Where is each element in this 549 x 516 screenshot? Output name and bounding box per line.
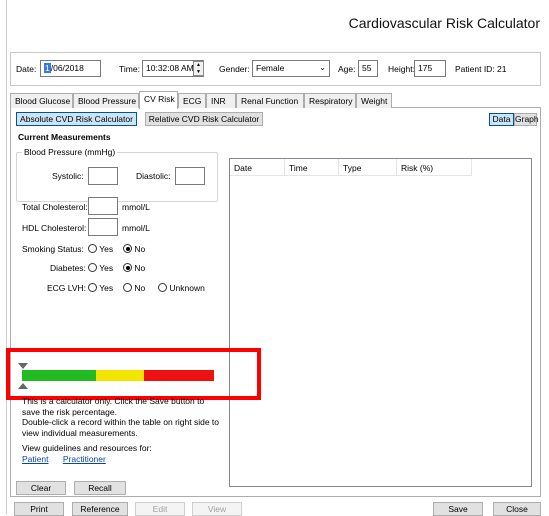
tab-respiratory[interactable]: Respiratory [304, 93, 356, 108]
note-line-5: View guidelines and resources for: [22, 443, 152, 453]
column-header-risk[interactable]: Risk (%) [397, 159, 472, 176]
close-button[interactable]: Close [493, 502, 541, 516]
hdl-cholesterol-unit: mmol/L [122, 223, 150, 233]
app-title: Cardiovascular Risk Calculator [348, 15, 540, 31]
print-button[interactable]: Print [14, 502, 64, 516]
column-header-type[interactable]: Type [339, 159, 397, 176]
patient-id: Patient ID: 21 [455, 64, 507, 74]
instructions-note: This is a calculator only. Click the Sav… [22, 396, 222, 464]
tab-cv-risk[interactable]: CV Risk [139, 91, 178, 109]
recall-button[interactable]: Recall [74, 481, 126, 495]
time-label: Time: [119, 64, 140, 74]
smoking-yes-radio[interactable]: Yes [88, 244, 113, 254]
edit-button[interactable]: Edit [135, 502, 185, 516]
absolute-cvd-risk-button[interactable]: Absolute CVD Risk Calculator [16, 112, 137, 126]
practitioner-link[interactable]: Practitioner [63, 454, 106, 464]
risk-records-table[interactable]: Date Time Type Risk (%) [229, 158, 532, 487]
tab-ecg[interactable]: ECG [178, 93, 206, 108]
age-label: Age: [338, 64, 356, 74]
hdl-cholesterol-field[interactable] [88, 218, 118, 236]
note-line-2: save the risk percentage. [22, 406, 117, 417]
note-line-4: view individual measurements. [22, 427, 138, 438]
reference-button[interactable]: Reference [72, 502, 128, 516]
note-line-3: Double-click a record within the table o… [22, 417, 220, 427]
gender-label: Gender: [219, 64, 250, 74]
patient-link[interactable]: Patient [22, 454, 48, 464]
tab-inr[interactable]: INR [206, 93, 236, 108]
note-line-1: This is a calculator only. Click the Sav… [22, 396, 205, 406]
tab-blood-pressure[interactable]: Blood Pressure [73, 93, 139, 108]
save-button[interactable]: Save [433, 502, 483, 516]
systolic-label: Systolic: [52, 171, 84, 181]
time-spinner[interactable]: ▲ ▼ [193, 61, 204, 76]
diastolic-field[interactable] [175, 167, 205, 185]
ecg-unknown-radio[interactable]: Unknown [158, 283, 205, 293]
ecg-lvh-label: ECG LVH: [47, 283, 87, 293]
data-view-button[interactable]: Data [489, 113, 514, 126]
height-label: Height: [388, 64, 415, 74]
graph-view-button[interactable]: Graph [514, 113, 539, 126]
column-header-time[interactable]: Time [285, 159, 339, 176]
blood-pressure-group-label: Blood Pressure (mmHg) [22, 147, 118, 157]
column-header-date[interactable]: Date [230, 159, 285, 176]
window-edge [6, 0, 7, 515]
view-button[interactable]: View [192, 502, 242, 516]
age-field[interactable]: 55 [358, 60, 378, 77]
risk-scale-highlight-box [6, 348, 261, 400]
smoking-status-label: Smoking Status: [22, 244, 84, 254]
diabetes-yes-radio[interactable]: Yes [88, 263, 113, 273]
systolic-field[interactable] [88, 167, 118, 185]
smoking-no-radio[interactable]: No [123, 244, 145, 254]
tab-renal-function[interactable]: Renal Function [236, 93, 304, 108]
chevron-down-icon: ⌄ [319, 63, 326, 72]
tab-weight[interactable]: Weight [356, 93, 392, 108]
clear-button[interactable]: Clear [16, 481, 66, 495]
gender-select[interactable]: Female ⌄ [252, 60, 330, 77]
total-cholesterol-field[interactable] [88, 197, 118, 215]
total-cholesterol-label: Total Cholesterol: [22, 202, 88, 212]
relative-cvd-risk-button[interactable]: Relative CVD Risk Calculator [145, 112, 263, 126]
date-field[interactable]: 1/06/2018 [40, 60, 101, 77]
current-measurements-heading: Current Measurements [18, 132, 111, 142]
diabetes-label: Diabetes: [50, 263, 86, 273]
diastolic-label: Diastolic: [136, 171, 171, 181]
ecg-yes-radio[interactable]: Yes [88, 283, 113, 293]
height-field[interactable]: 175 [414, 60, 446, 77]
ecg-no-radio[interactable]: No [123, 283, 145, 293]
tab-blood-glucose[interactable]: Blood Glucose [10, 93, 73, 108]
hdl-cholesterol-label: HDL Cholesterol: [22, 223, 87, 233]
diabetes-no-radio[interactable]: No [123, 263, 145, 273]
total-cholesterol-unit: mmol/L [122, 202, 150, 212]
date-label: Date: [16, 64, 37, 74]
